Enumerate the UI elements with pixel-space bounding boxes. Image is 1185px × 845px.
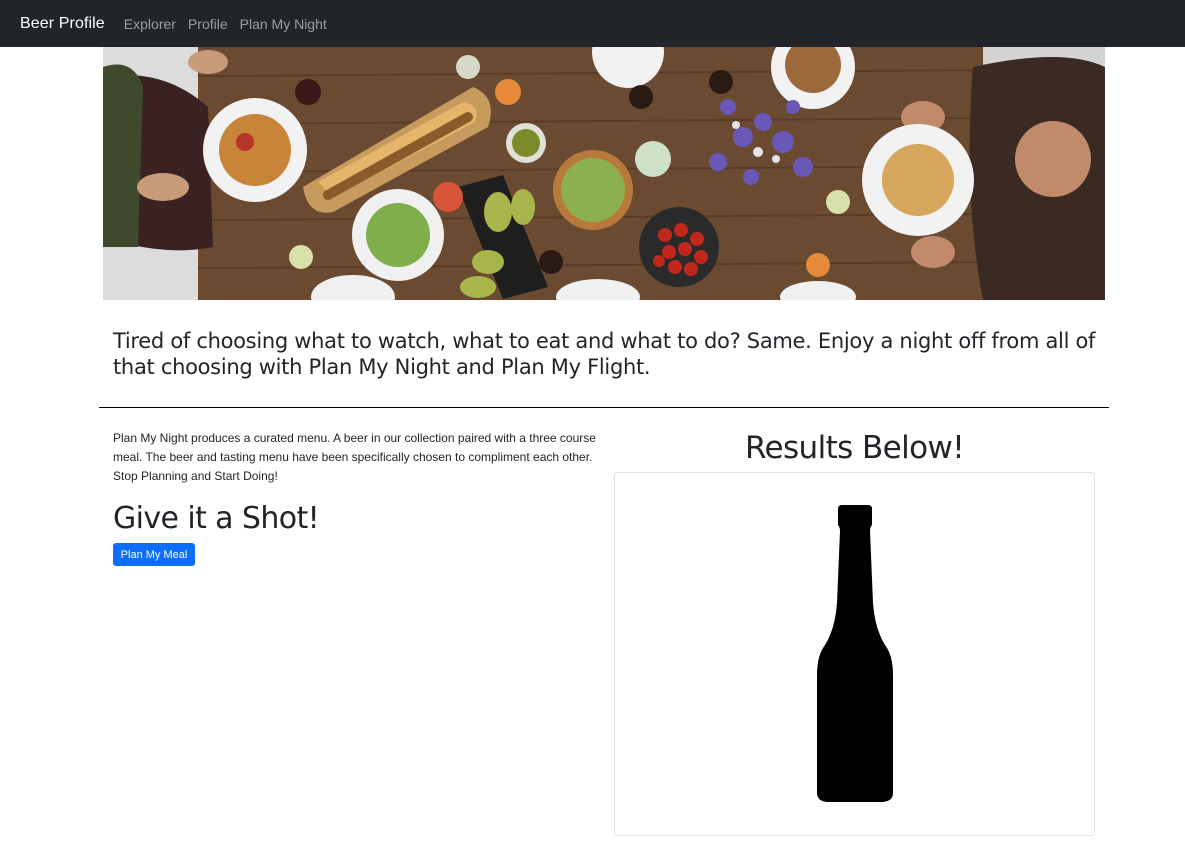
result-card [614,472,1095,836]
top-navbar: Beer Profile Explorer Profile Plan My Ni… [0,0,1185,47]
plan-description: Plan My Night produces a curated menu. A… [113,431,596,483]
nav-link-explorer[interactable]: Explorer [124,16,176,32]
hero-image [103,47,1105,300]
plan-my-meal-button[interactable]: Plan My Meal [113,543,195,566]
nav-link-plan-my-night[interactable]: Plan My Night [240,16,327,32]
nav-link-profile[interactable]: Profile [188,16,228,32]
cta-heading: Give it a Shot! [113,501,320,536]
dinner-table-illustration [103,47,1105,300]
section-divider [99,407,1109,408]
beer-bottle-silhouette-icon [817,505,893,802]
intro-text: Tired of choosing what to watch, what to… [113,329,1096,379]
results-title: Results Below! [744,430,965,466]
navbar-brand[interactable]: Beer Profile [20,15,105,33]
